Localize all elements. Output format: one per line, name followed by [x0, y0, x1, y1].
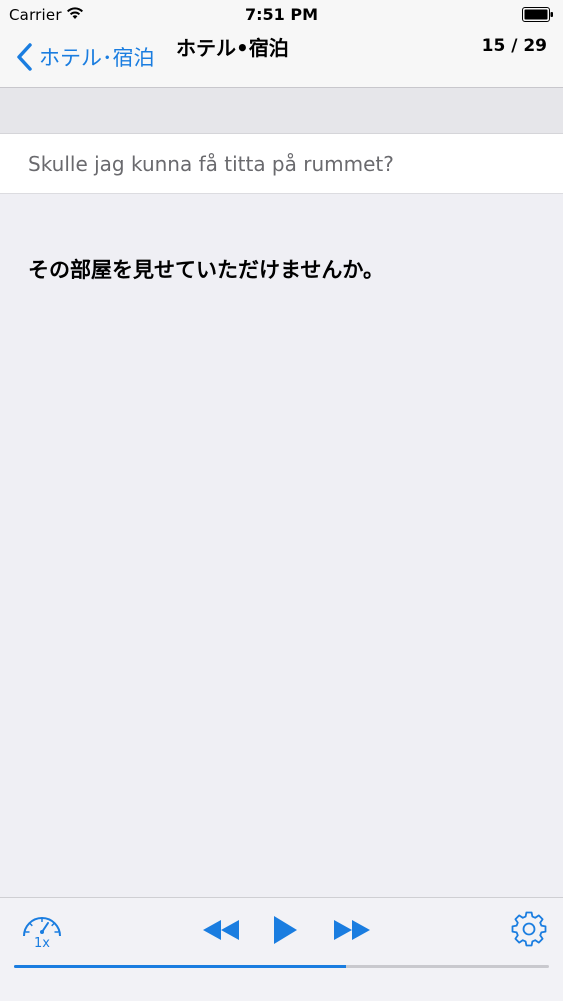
- navigation-bar: ホテル･宿泊 ホテル•宿泊 15 / 29: [0, 30, 563, 97]
- battery-icon: [522, 7, 553, 22]
- playback-toolbar: 1x: [0, 897, 563, 1001]
- source-phrase-card[interactable]: Skulle jag kunna få titta på rummet?: [0, 134, 563, 194]
- back-button-label: ホテル･宿泊: [39, 46, 155, 70]
- speed-button[interactable]: 1x: [20, 910, 64, 958]
- play-icon[interactable]: [272, 915, 298, 945]
- speed-label: 1x: [34, 936, 50, 951]
- gear-icon[interactable]: [510, 910, 548, 948]
- fast-forward-icon[interactable]: [332, 918, 372, 942]
- chevron-left-icon: [17, 43, 32, 71]
- phrase-counter: 15 / 29: [481, 36, 547, 56]
- playback-progress-fill: [14, 965, 346, 968]
- back-button[interactable]: ホテル･宿泊: [14, 40, 155, 74]
- subheader-strip: [0, 88, 563, 134]
- source-phrase: Skulle jag kunna få titta på rummet?: [28, 152, 394, 176]
- status-time: 7:51 PM: [244, 5, 318, 24]
- translated-phrase: その部屋を見せていただけませんか。: [28, 258, 384, 282]
- status-bar: Carrier 7:51 PM: [0, 0, 563, 30]
- rewind-icon[interactable]: [201, 918, 241, 942]
- page-title: ホテル•宿泊: [176, 36, 289, 60]
- playback-progress-bar[interactable]: [14, 965, 549, 968]
